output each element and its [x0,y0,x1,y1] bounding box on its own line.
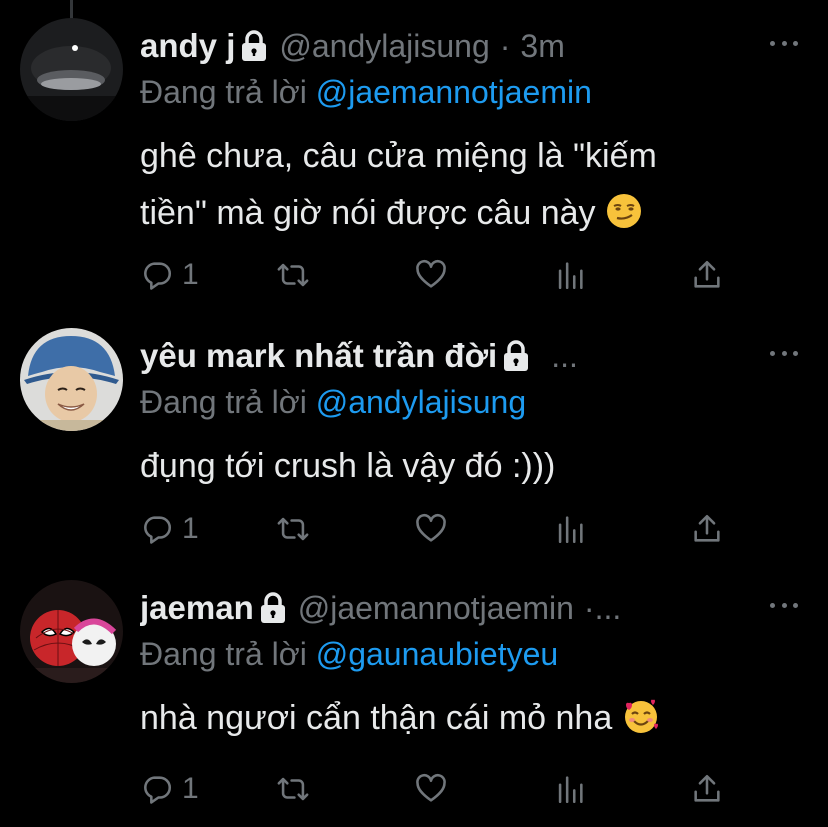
tweet-andy-j[interactable]: andy j @andylajisung · 3m Đang trả lời @… [0,0,828,291]
tweet-header: jaeman @jaemannotjaemin ·... [140,584,748,632]
replying-to: Đang trả lời @gaunaubietyeu [140,636,558,673]
tweet-actions: 1 [140,258,740,298]
retweet-button[interactable] [276,772,310,806]
display-name[interactable]: yêu mark nhất trần đời [140,337,497,375]
truncation-ellipsis: ... [551,337,578,374]
more-options-icon[interactable] [770,343,798,363]
username-handle[interactable]: @jaemannotjaemin [298,590,574,627]
replying-to-mention[interactable]: @gaunaubietyeu [316,636,558,672]
tweet-text: đụng tới crush là vậy đó :))) [140,438,788,495]
like-button[interactable] [414,512,448,546]
display-name[interactable]: jaeman [140,589,254,627]
separator-dot: ·... [583,589,622,626]
avatar[interactable] [20,18,123,121]
reply-button[interactable]: 1 [140,512,199,546]
replying-to: Đang trả lời @andylajisung [140,384,526,421]
reply-icon [144,776,172,804]
retweet-icon [277,517,309,541]
analytics-icon [558,262,583,290]
username-handle[interactable]: @andylajisung [279,28,489,65]
tweet-header: andy j @andylajisung · 3m [140,22,748,70]
reply-icon [144,262,172,290]
heart-icon [416,259,446,288]
analytics-icon [558,516,583,544]
tweet-text-line: tiền" mà giờ nói được câu này [140,194,605,232]
reply-count: 1 [182,258,199,291]
like-button[interactable] [414,772,448,806]
replying-to-mention[interactable]: @jaemannotjaemin [316,74,592,110]
analytics-icon [558,776,583,804]
reply-button[interactable]: 1 [140,772,199,806]
tweet-text: nhà ngươi cẩn thận cái mỏ nha [140,690,788,747]
share-icon [694,774,720,802]
share-button[interactable] [690,258,724,292]
tweet-jaeman[interactable]: jaeman @jaemannotjaemin ·... Đang trả lờ… [0,562,828,814]
share-icon [694,514,720,542]
retweet-icon [277,263,309,287]
replying-to: Đang trả lời @jaemannotjaemin [140,74,592,111]
retweet-button[interactable] [276,512,310,546]
tweet-text-line: đụng tới crush là vậy đó :))) [140,447,556,485]
tweet-header: yêu mark nhất trần đời ... [140,332,748,380]
replying-to-label: Đang trả lời [140,636,316,672]
share-button[interactable] [690,772,724,806]
timestamp[interactable]: 3m [520,28,564,65]
analytics-button[interactable] [553,772,587,806]
share-button[interactable] [690,512,724,546]
like-button[interactable] [414,258,448,292]
reply-count: 1 [182,512,199,545]
tweet-text-line: nhà ngươi cẩn thận cái mỏ nha [140,699,622,737]
replying-to-mention[interactable]: @andylajisung [316,384,526,420]
heart-icon [416,773,446,802]
lock-icon [239,29,269,63]
retweet-icon [277,777,309,801]
reply-icon [144,516,172,544]
smiling-face-with-hearts-emoji [622,697,660,735]
analytics-button[interactable] [553,258,587,292]
reply-button[interactable]: 1 [140,258,199,292]
tweet-yeu-mark[interactable]: yêu mark nhất trần đời ... Đang trả lời … [0,310,828,562]
smirk-emoji [605,192,643,230]
separator-dot: · [499,27,511,64]
avatar[interactable] [20,328,123,431]
replying-to-label: Đang trả lời [140,74,316,110]
reply-count: 1 [182,772,199,805]
display-name[interactable]: andy j [140,27,235,65]
lock-icon [501,339,531,373]
replying-to-label: Đang trả lời [140,384,316,420]
share-icon [694,260,720,288]
tweet-text-line: ghê chưa, câu cửa miệng là "kiếm [140,137,657,175]
heart-icon [416,513,446,542]
more-options-icon[interactable] [770,33,798,53]
more-options-icon[interactable] [770,595,798,615]
lock-icon [258,591,288,625]
tweet-text: ghê chưa, câu cửa miệng là "kiếm tiền" m… [140,128,788,242]
analytics-button[interactable] [553,512,587,546]
tweet-actions: 1 [140,772,740,812]
retweet-button[interactable] [276,258,310,292]
tweet-actions: 1 [140,512,740,552]
avatar[interactable] [20,580,123,683]
